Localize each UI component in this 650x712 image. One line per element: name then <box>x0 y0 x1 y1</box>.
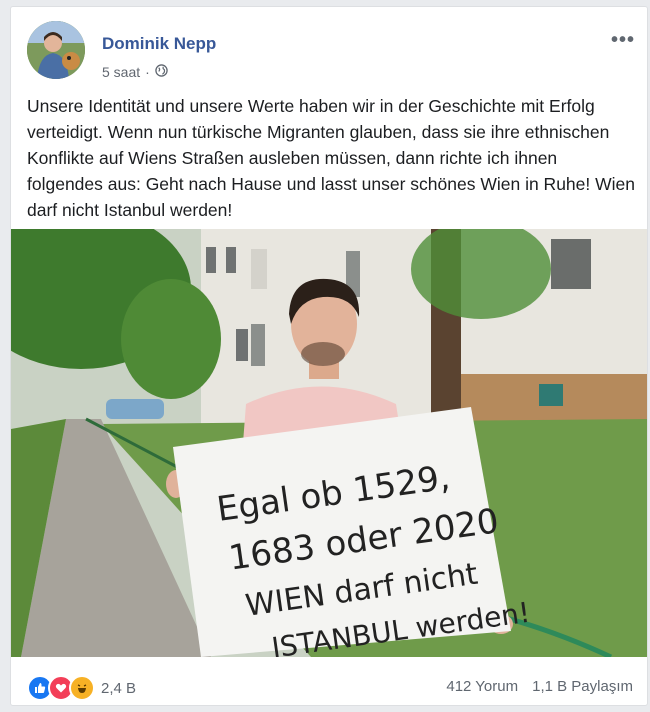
post-photo[interactable]: Egal ob 1529, 1683 oder 2020 WIEN darf n… <box>11 229 647 657</box>
meta-separator: · <box>145 64 150 80</box>
post-text: Unsere Identität und unsere Werte haben … <box>27 96 635 220</box>
post-footer: 2,4 B 412 Yorum 1,1 B Paylaşım <box>11 659 647 705</box>
more-options-icon[interactable]: ••• <box>611 29 635 52</box>
facebook-post: Dominik Nepp 5 saat · ••• Unsere Identit… <box>10 6 648 706</box>
post-stats: 412 Yorum 1,1 B Paylaşım <box>446 678 633 695</box>
comments-count[interactable]: 412 Yorum <box>446 678 518 695</box>
post-header: Dominik Nepp 5 saat · ••• <box>23 19 635 80</box>
reactions-summary[interactable]: 2,4 B <box>27 675 136 701</box>
avatar[interactable] <box>27 21 85 79</box>
reaction-count: 2,4 B <box>101 679 137 697</box>
haha-icon <box>69 675 95 701</box>
post-meta: 5 saat · <box>102 64 168 80</box>
author-name[interactable]: Dominik Nepp <box>102 34 216 54</box>
globe-icon[interactable] <box>155 64 168 80</box>
shares-count[interactable]: 1,1 B Paylaşım <box>532 678 633 695</box>
post-time[interactable]: 5 saat <box>102 64 140 80</box>
